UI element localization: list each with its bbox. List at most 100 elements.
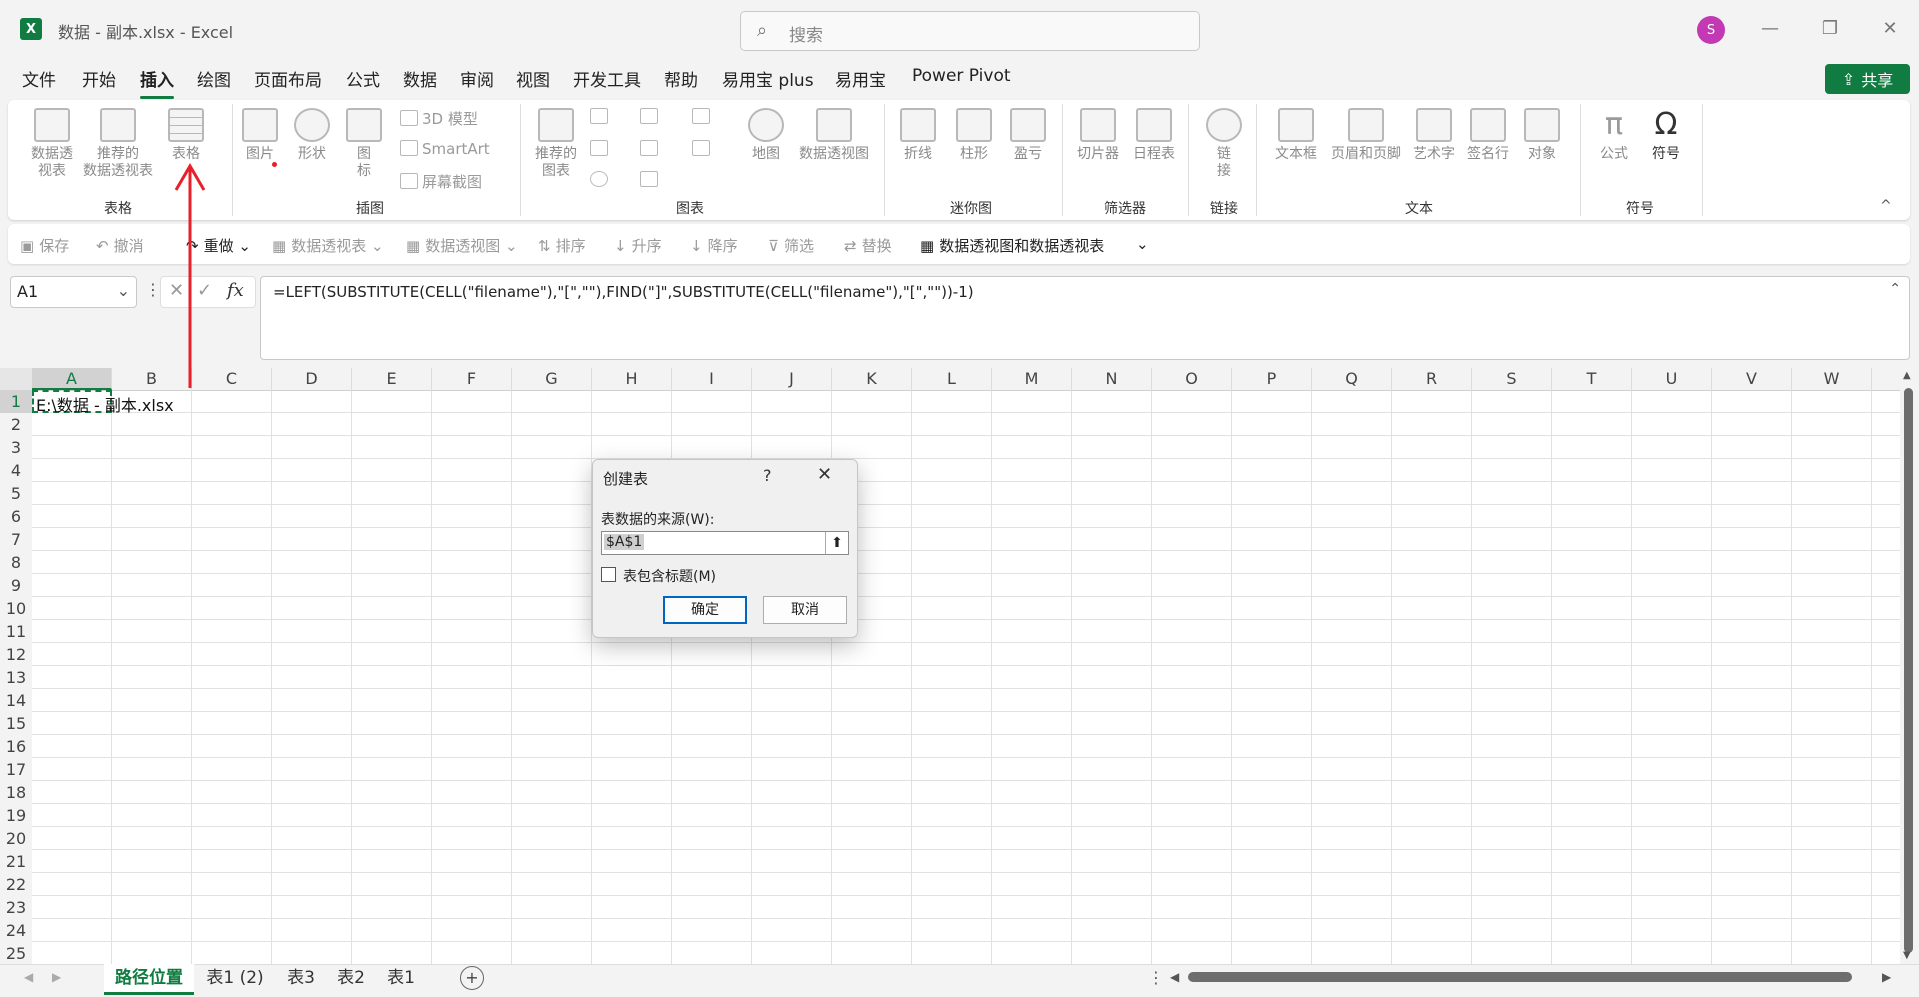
prev-sheet-icon[interactable]: ◀	[24, 970, 33, 984]
tab-file[interactable]: 文件	[22, 66, 56, 91]
column-header-o[interactable]: O	[1152, 368, 1232, 390]
screenshot-button[interactable]: 屏幕截图	[400, 171, 482, 192]
shapes-button[interactable]: 形状	[288, 108, 336, 163]
slicer-button[interactable]: 切片器	[1072, 108, 1124, 163]
row-header-17[interactable]: 17	[0, 758, 32, 781]
pivot-chart-button[interactable]: 数据透视图	[794, 108, 874, 163]
more-options-icon[interactable]: ⋮	[145, 280, 161, 299]
row-header-10[interactable]: 10	[0, 597, 32, 620]
scatter-chart-button[interactable]	[640, 171, 662, 189]
map-button[interactable]: 地图	[744, 108, 788, 163]
row-header-14[interactable]: 14	[0, 689, 32, 712]
row-header-11[interactable]: 11	[0, 620, 32, 643]
tab-page-layout[interactable]: 页面布局	[254, 66, 322, 91]
name-box[interactable]: A1 ⌄	[10, 276, 137, 308]
line-chart-button[interactable]	[590, 140, 612, 158]
tab-view[interactable]: 视图	[516, 66, 550, 91]
object-button[interactable]: 对象	[1516, 108, 1568, 163]
share-button[interactable]: ⇪ 共享	[1825, 64, 1910, 94]
vertical-scroll-thumb[interactable]	[1904, 388, 1913, 953]
column-header-m[interactable]: M	[992, 368, 1072, 390]
next-sheet-icon[interactable]: ▶	[52, 970, 61, 984]
column-header-i[interactable]: I	[672, 368, 752, 390]
column-header-e[interactable]: E	[352, 368, 432, 390]
row-header-24[interactable]: 24	[0, 919, 32, 942]
hierarchy-chart-button[interactable]	[640, 108, 662, 126]
tab-formulas[interactable]: 公式	[346, 66, 380, 91]
row-header-7[interactable]: 7	[0, 528, 32, 551]
row-header-23[interactable]: 23	[0, 896, 32, 919]
recommended-charts-button[interactable]: 推荐的 图表	[530, 108, 582, 180]
column-header-j[interactable]: J	[752, 368, 832, 390]
scroll-up-icon[interactable]: ▲	[1903, 370, 1911, 381]
qat-replace-button[interactable]: ⇄ 替换	[844, 235, 892, 256]
tab-yiyongbao-plus[interactable]: 易用宝 plus	[722, 66, 814, 91]
qat-sort-desc-button[interactable]: ↓ 降序	[690, 235, 738, 256]
qat-save-button[interactable]: ▣ 保存	[20, 235, 69, 256]
signature-line-button[interactable]: 签名行	[1462, 108, 1514, 163]
horizontal-scroll-thumb[interactable]	[1188, 972, 1852, 982]
close-icon[interactable]: ✕	[817, 464, 832, 485]
column-header-d[interactable]: D	[272, 368, 352, 390]
sparkline-column-button[interactable]: 柱形	[952, 108, 996, 163]
row-header-19[interactable]: 19	[0, 804, 32, 827]
symbol-button[interactable]: Ω 符号	[1642, 108, 1690, 163]
row-header-9[interactable]: 9	[0, 574, 32, 597]
collapse-formula-icon[interactable]: ⌃	[1889, 281, 1901, 297]
pivot-table-button[interactable]: 数据透 视表	[22, 108, 82, 180]
tab-power-pivot[interactable]: Power Pivot	[912, 66, 1011, 86]
wordart-button[interactable]: 艺术字	[1408, 108, 1460, 163]
qat-pivot-table-button[interactable]: ▦ 数据透视表 ⌄	[272, 235, 384, 256]
row-header-18[interactable]: 18	[0, 781, 32, 804]
qat-pivot-both-button[interactable]: ▦ 数据透视图和数据透视表	[920, 235, 1104, 256]
tab-draw[interactable]: 绘图	[197, 66, 231, 91]
sparkline-line-button[interactable]: 折线	[896, 108, 940, 163]
has-headers-checkbox[interactable]	[601, 567, 616, 582]
column-header-t[interactable]: T	[1552, 368, 1632, 390]
row-header-8[interactable]: 8	[0, 551, 32, 574]
restore-button[interactable]: ❐	[1810, 14, 1850, 44]
smartart-button[interactable]: SmartArt	[400, 140, 490, 158]
row-header-21[interactable]: 21	[0, 850, 32, 873]
column-header-f[interactable]: F	[432, 368, 512, 390]
pie-chart-button[interactable]	[590, 171, 612, 189]
row-header-3[interactable]: 3	[0, 436, 32, 459]
source-range-input[interactable]: $A$1 ⬆	[601, 531, 849, 555]
tab-yiyongbao[interactable]: 易用宝	[835, 66, 886, 91]
tab-data[interactable]: 数据	[403, 66, 437, 91]
sheet-tab-table1[interactable]: 表1	[378, 964, 424, 992]
icons-button[interactable]: 图 标	[344, 108, 384, 180]
statistic-chart-button[interactable]	[640, 140, 662, 158]
recommended-pivot-button[interactable]: 推荐的 数据透视表	[78, 108, 158, 180]
row-header-4[interactable]: 4	[0, 459, 32, 482]
row-header-22[interactable]: 22	[0, 873, 32, 896]
tab-developer[interactable]: 开发工具	[573, 66, 641, 91]
search-input[interactable]: ⌕ 搜索	[740, 11, 1200, 51]
insert-function-icon[interactable]: fx	[227, 280, 244, 301]
sheet-tab-path[interactable]: 路径位置	[104, 964, 194, 995]
tab-home[interactable]: 开始	[82, 66, 116, 91]
tab-splitter-icon[interactable]: ⋮	[1148, 968, 1164, 987]
sheet-tab-table3[interactable]: 表3	[278, 964, 324, 992]
table-button[interactable]: 表格	[160, 108, 212, 163]
waterfall-chart-button[interactable]	[692, 108, 714, 126]
column-header-v[interactable]: V	[1712, 368, 1792, 390]
qat-customize-icon[interactable]: ⌄	[1136, 235, 1149, 253]
column-header-a[interactable]: A	[32, 368, 112, 390]
row-header-13[interactable]: 13	[0, 666, 32, 689]
timeline-button[interactable]: 日程表	[1128, 108, 1180, 163]
chevron-down-icon[interactable]: ⌄	[117, 281, 130, 300]
avatar[interactable]: S	[1697, 16, 1725, 44]
picture-button[interactable]: 图片	[236, 108, 284, 163]
row-header-25[interactable]: 25	[0, 942, 32, 965]
select-all-corner[interactable]	[0, 368, 32, 390]
tab-review[interactable]: 审阅	[460, 66, 494, 91]
link-button[interactable]: 链 接	[1204, 108, 1244, 180]
sheet-tab-table2[interactable]: 表2	[328, 964, 374, 992]
column-chart-button[interactable]	[590, 108, 612, 126]
cell-grid[interactable]	[32, 390, 1900, 964]
sparkline-winloss-button[interactable]: 盈亏	[1006, 108, 1050, 163]
scroll-right-icon[interactable]: ▶	[1882, 970, 1891, 984]
qat-filter-button[interactable]: ⊽ 筛选	[768, 235, 814, 256]
qat-sort-asc-button[interactable]: ↓ 升序	[614, 235, 662, 256]
